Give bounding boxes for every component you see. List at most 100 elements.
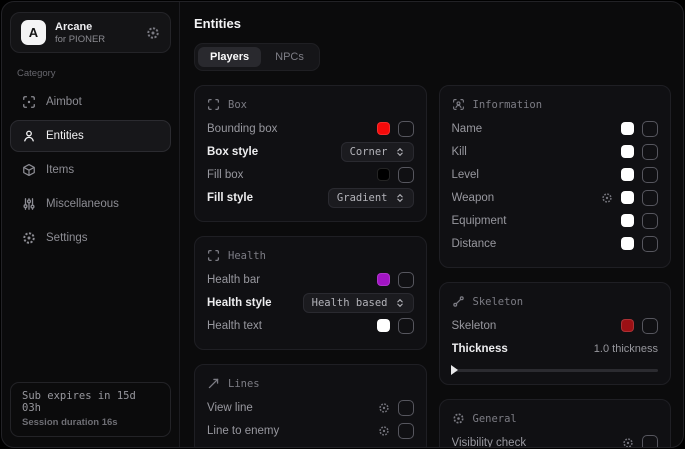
sidebar-item-items[interactable]: Items (10, 154, 171, 186)
setting-label: Box style (207, 146, 333, 158)
box-style-select[interactable]: Corner (341, 142, 414, 162)
corner-brackets-icon (207, 98, 220, 111)
health-style-select[interactable]: Health based (303, 293, 414, 313)
tab-npcs[interactable]: NPCs (263, 47, 316, 67)
sidebar-item-label: Entities (46, 130, 84, 142)
color-swatch[interactable] (621, 191, 634, 204)
setting-row-fill-box: Fill box (207, 163, 414, 186)
app-name: Arcane (55, 21, 105, 33)
setting-label: Fill box (207, 169, 369, 181)
panel-title: Skeleton (473, 296, 524, 308)
color-swatch[interactable] (621, 145, 634, 158)
distance-checkbox[interactable] (642, 236, 658, 252)
gear-icon[interactable] (378, 402, 390, 414)
setting-row-box-style: Box style Corner (207, 140, 414, 163)
health-bar-checkbox[interactable] (398, 272, 414, 288)
setting-label: Level (452, 169, 614, 181)
panel-title: Box (228, 99, 247, 111)
panel-skeleton: Skeleton Skeleton Thickness 1.0 thicknes… (439, 282, 672, 385)
setting-row-visibility-check: Visibility check (452, 431, 659, 447)
app-subtitle: for PIONER (55, 34, 105, 45)
app-logo-card: A Arcane for PIONER (10, 12, 171, 53)
panel-information: Information Name Kill Level (439, 85, 672, 268)
line-to-enemy-checkbox[interactable] (398, 423, 414, 439)
select-value: Corner (350, 146, 388, 158)
setting-row-level: Level (452, 163, 659, 186)
tab-players[interactable]: Players (198, 47, 261, 67)
person-icon (21, 129, 36, 143)
color-swatch[interactable] (621, 237, 634, 250)
visibility-check-checkbox[interactable] (642, 435, 658, 448)
setting-label: Weapon (452, 192, 594, 204)
setting-row-distance: Distance (452, 232, 659, 255)
setting-label: Health style (207, 297, 295, 309)
gear-icon[interactable] (622, 437, 634, 448)
kill-checkbox[interactable] (642, 144, 658, 160)
setting-label: Skeleton (452, 320, 614, 332)
setting-label: Fill style (207, 192, 320, 204)
panel-title: Information (473, 99, 543, 111)
view-line-checkbox[interactable] (398, 400, 414, 416)
setting-label: Distance (452, 238, 614, 250)
sidebar-item-entities[interactable]: Entities (10, 120, 171, 152)
page-title: Entities (194, 16, 671, 31)
sub-expires-text: Sub expires in 15d 03h (22, 390, 159, 414)
sidebar: A Arcane for PIONER Category Aimbot (2, 2, 180, 447)
setting-label: Line to enemy (207, 425, 370, 437)
setting-label: Health bar (207, 274, 369, 286)
setting-row-skeleton: Skeleton (452, 314, 659, 337)
weapon-checkbox[interactable] (642, 190, 658, 206)
color-swatch[interactable] (621, 319, 634, 332)
sidebar-item-settings[interactable]: Settings (10, 222, 171, 254)
color-swatch[interactable] (377, 122, 390, 135)
setting-row-kill: Kill (452, 140, 659, 163)
gear-icon[interactable] (146, 26, 160, 40)
setting-row-fill-style: Fill style Gradient (207, 186, 414, 209)
setting-row-weapon: Weapon (452, 186, 659, 209)
setting-row-thickness: Thickness 1.0 thickness (452, 337, 659, 360)
setting-label: View line (207, 402, 370, 414)
gear-icon (452, 412, 465, 425)
setting-row-health-text: Health text (207, 314, 414, 337)
sidebar-nav: Aimbot Entities Items Miscellaneous (10, 86, 171, 254)
corner-brackets-icon (207, 249, 220, 262)
panel-title: General (473, 413, 517, 425)
thickness-slider[interactable] (452, 369, 659, 372)
setting-row-health-style: Health style Health based (207, 291, 414, 314)
gear-icon[interactable] (378, 425, 390, 437)
color-swatch[interactable] (377, 273, 390, 286)
sidebar-item-label: Miscellaneous (46, 198, 119, 210)
setting-row-equipment: Equipment (452, 209, 659, 232)
bounding-box-checkbox[interactable] (398, 121, 414, 137)
panel-health: Health Health bar Health style Health ba… (194, 236, 427, 350)
panel-title: Health (228, 250, 266, 262)
setting-row-line-to-enemy: Line to enemy (207, 419, 414, 442)
health-text-checkbox[interactable] (398, 318, 414, 334)
skeleton-checkbox[interactable] (642, 318, 658, 334)
sidebar-item-aimbot[interactable]: Aimbot (10, 86, 171, 118)
setting-label: Name (452, 123, 614, 135)
fill-style-select[interactable]: Gradient (328, 188, 414, 208)
color-swatch[interactable] (377, 168, 390, 181)
setting-row-health-bar: Health bar (207, 268, 414, 291)
unfold-icon (395, 298, 405, 308)
gear-icon (21, 231, 36, 245)
color-swatch[interactable] (377, 319, 390, 332)
sidebar-item-label: Aimbot (46, 96, 82, 108)
unfold-icon (395, 193, 405, 203)
slider-thumb[interactable] (451, 365, 458, 375)
panel-lines: Lines View line Line to enemy (194, 364, 427, 447)
color-swatch[interactable] (621, 168, 634, 181)
sidebar-item-miscellaneous[interactable]: Miscellaneous (10, 188, 171, 220)
fill-box-checkbox[interactable] (398, 167, 414, 183)
sliders-icon (21, 197, 36, 211)
level-checkbox[interactable] (642, 167, 658, 183)
session-duration-text: Session duration 16s (22, 417, 159, 428)
cube-icon (21, 163, 36, 177)
color-swatch[interactable] (621, 122, 634, 135)
gear-icon[interactable] (601, 192, 613, 204)
panel-box: Box Bounding box Box style Corner (194, 85, 427, 222)
color-swatch[interactable] (621, 214, 634, 227)
name-checkbox[interactable] (642, 121, 658, 137)
equipment-checkbox[interactable] (642, 213, 658, 229)
